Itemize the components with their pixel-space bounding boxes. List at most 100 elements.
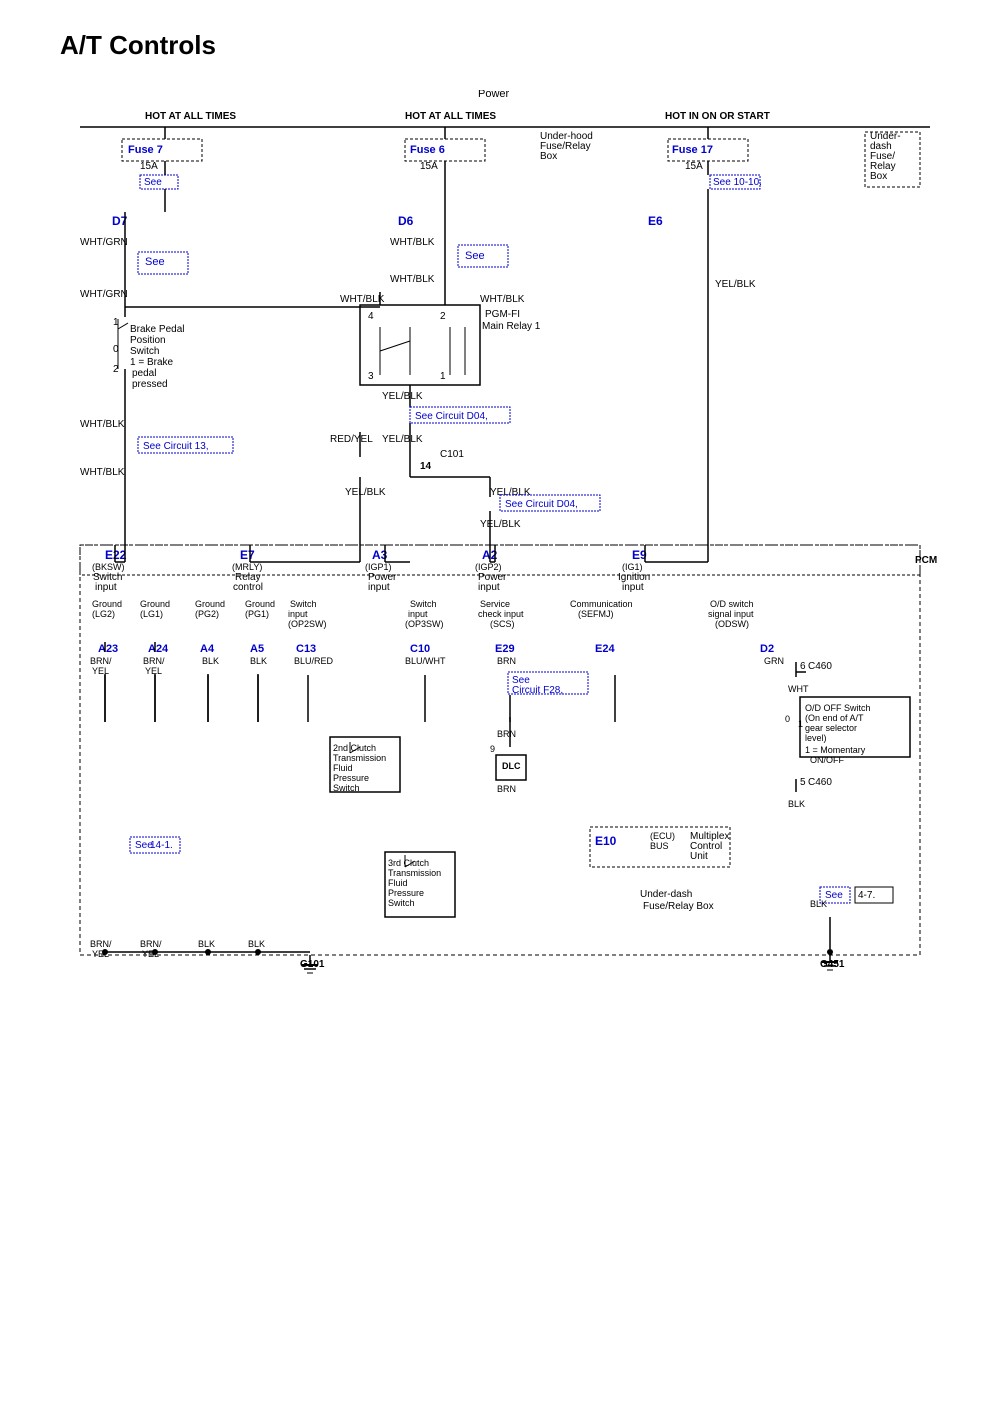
svg-text:BRN/: BRN/ — [90, 656, 112, 666]
svg-text:D6: D6 — [398, 214, 414, 228]
svg-text:input: input — [622, 582, 644, 593]
svg-text:BRN/: BRN/ — [90, 939, 112, 949]
svg-text:HOT AT ALL TIMES: HOT AT ALL TIMES — [405, 111, 496, 122]
svg-text:(SEFMJ): (SEFMJ) — [578, 609, 614, 619]
svg-text:BLK: BLK — [198, 939, 215, 949]
svg-text:YEL: YEL — [145, 666, 162, 676]
svg-text:(PG1): (PG1) — [245, 609, 269, 619]
svg-text:3rd Clutch: 3rd Clutch — [388, 858, 429, 868]
svg-text:See: See — [144, 177, 162, 188]
svg-text:input: input — [408, 609, 428, 619]
svg-text:Transmission: Transmission — [388, 868, 441, 878]
svg-text:RED/YEL: RED/YEL — [330, 434, 373, 445]
svg-text:BLK: BLK — [202, 656, 219, 666]
svg-text:BLU/WHT: BLU/WHT — [405, 656, 446, 666]
svg-text:BRN: BRN — [497, 784, 516, 794]
svg-text:G451: G451 — [820, 959, 845, 970]
svg-text:15A: 15A — [420, 161, 438, 172]
svg-text:PGM-FI: PGM-FI — [485, 309, 520, 320]
svg-text:pedal: pedal — [132, 368, 156, 379]
svg-text:1: 1 — [798, 719, 803, 729]
svg-text:Brake Pedal: Brake Pedal — [130, 324, 184, 335]
svg-text:A23: A23 — [98, 643, 118, 655]
svg-text:C101: C101 — [440, 449, 464, 460]
svg-text:Fluid: Fluid — [388, 878, 408, 888]
svg-text:E10: E10 — [595, 834, 617, 848]
svg-text:WHT/BLK: WHT/BLK — [390, 237, 435, 248]
svg-text:0: 0 — [785, 714, 790, 724]
svg-text:Pressure: Pressure — [388, 888, 424, 898]
svg-text:WHT/GRN: WHT/GRN — [80, 289, 128, 300]
svg-text:YEL/BLK: YEL/BLK — [715, 279, 756, 290]
svg-text:Switch: Switch — [333, 783, 360, 793]
svg-text:input: input — [478, 582, 500, 593]
svg-text:Unit: Unit — [690, 851, 708, 862]
svg-text:(IGP2): (IGP2) — [475, 562, 502, 572]
svg-text:4-7.: 4-7. — [858, 890, 875, 901]
svg-text:Switch: Switch — [130, 346, 159, 357]
svg-text:O/D OFF Switch: O/D OFF Switch — [805, 703, 871, 713]
svg-text:15A: 15A — [140, 161, 158, 172]
svg-text:BLK: BLK — [810, 899, 827, 909]
svg-text:See Circuit 13,: See Circuit 13, — [143, 441, 209, 452]
svg-text:See: See — [145, 256, 165, 268]
svg-text:DLC: DLC — [502, 761, 521, 771]
svg-text:input: input — [288, 609, 308, 619]
svg-text:PCM: PCM — [915, 555, 937, 566]
svg-text:A4: A4 — [200, 643, 215, 655]
svg-text:ON/OFF: ON/OFF — [810, 755, 844, 765]
svg-text:E29: E29 — [495, 643, 515, 655]
svg-text:YEL: YEL — [92, 666, 109, 676]
svg-text:(MRLY): (MRLY) — [232, 562, 262, 572]
svg-text:WHT/BLK: WHT/BLK — [80, 419, 125, 430]
svg-text:Main Relay 1: Main Relay 1 — [482, 321, 541, 332]
svg-text:14-1.: 14-1. — [150, 840, 173, 851]
svg-text:E7: E7 — [240, 548, 255, 562]
svg-text:Power: Power — [478, 90, 510, 100]
svg-text:YEL/BLK: YEL/BLK — [382, 391, 423, 402]
svg-text:Box: Box — [870, 171, 887, 182]
svg-text:input: input — [95, 582, 117, 593]
svg-text:(SCS): (SCS) — [490, 619, 515, 629]
svg-text:YEL/BLK: YEL/BLK — [382, 434, 423, 445]
svg-text:(ECU): (ECU) — [650, 831, 675, 841]
svg-text:Ground: Ground — [195, 599, 225, 609]
svg-text:Fuse/Relay Box: Fuse/Relay Box — [643, 901, 714, 912]
svg-text:Under-dash: Under-dash — [640, 889, 692, 900]
svg-text:(ODSW): (ODSW) — [715, 619, 749, 629]
svg-text:Circuit F28,: Circuit F28, — [512, 685, 563, 696]
diagram-container: HOT AT ALL TIMES HOT AT ALL TIMES HOT IN… — [50, 90, 970, 1384]
svg-text:C460: C460 — [808, 777, 832, 788]
svg-text:E22: E22 — [105, 548, 127, 562]
svg-text:Pressure: Pressure — [333, 773, 369, 783]
svg-text:BRN/: BRN/ — [140, 939, 162, 949]
svg-text:Fluid: Fluid — [333, 763, 353, 773]
svg-text:WHT: WHT — [788, 684, 809, 694]
svg-text:WHT/BLK: WHT/BLK — [80, 467, 125, 478]
svg-text:WHT/BLK: WHT/BLK — [340, 294, 385, 305]
svg-text:C460: C460 — [808, 661, 832, 672]
svg-text:BLK: BLK — [250, 656, 267, 666]
svg-text:Switch: Switch — [290, 599, 317, 609]
svg-text:5: 5 — [800, 777, 806, 788]
svg-text:BLK: BLK — [248, 939, 265, 949]
svg-text:WHT/GRN: WHT/GRN — [80, 237, 128, 248]
svg-text:(IG1): (IG1) — [622, 562, 643, 572]
svg-text:14: 14 — [420, 461, 432, 472]
svg-text:YEL/BLK: YEL/BLK — [490, 487, 531, 498]
svg-text:level): level) — [805, 733, 827, 743]
svg-text:WHT/BLK: WHT/BLK — [390, 274, 435, 285]
svg-text:(LG2): (LG2) — [92, 609, 115, 619]
svg-text:(LG1): (LG1) — [140, 609, 163, 619]
svg-text:WHT/BLK: WHT/BLK — [480, 294, 525, 305]
svg-text:(IGP1): (IGP1) — [365, 562, 392, 572]
svg-text:1 = Momentary: 1 = Momentary — [805, 745, 866, 755]
svg-text:See 10-10.: See 10-10. — [713, 177, 762, 188]
svg-text:C13: C13 — [296, 643, 316, 655]
svg-text:1: 1 — [440, 371, 446, 382]
svg-text:Service: Service — [480, 599, 510, 609]
svg-text:gear selector: gear selector — [805, 723, 857, 733]
svg-text:O/D switch: O/D switch — [710, 599, 754, 609]
svg-text:See: See — [825, 890, 843, 901]
svg-text:BUS: BUS — [650, 841, 669, 851]
